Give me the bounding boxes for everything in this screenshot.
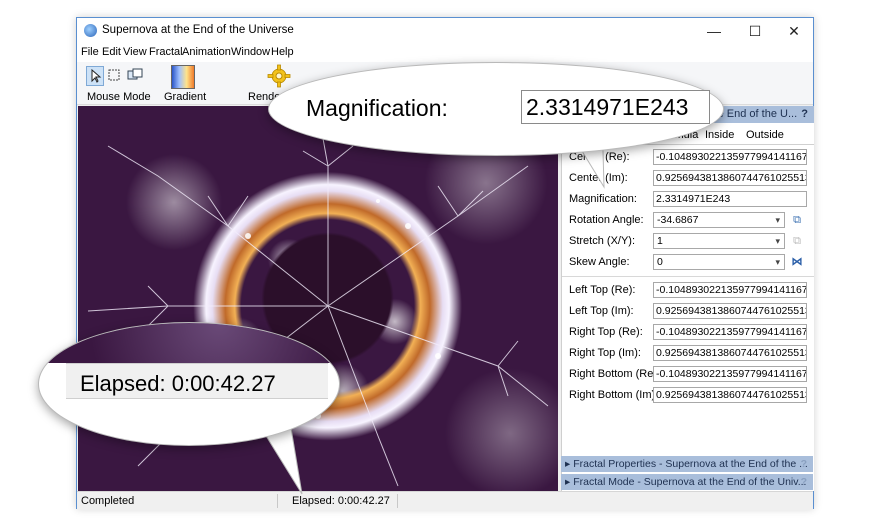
callout-fractal-preview [39, 323, 339, 363]
gradient-label[interactable]: Gradient [164, 91, 206, 103]
right-top-re-label: Right Top (Re): [569, 326, 643, 338]
close-button[interactable]: ✕ [775, 18, 813, 44]
copy-icon[interactable]: ⧉ [791, 214, 803, 226]
stretch-label: Stretch (X/Y): [569, 235, 636, 247]
menu-edit[interactable]: Edit [102, 46, 121, 58]
gradient-icon[interactable] [171, 65, 195, 89]
mouse-mode-label[interactable]: Mouse Mode [87, 91, 151, 103]
menu-fractal[interactable]: Fractal [149, 46, 183, 58]
separator [562, 276, 814, 277]
callout-elapsed-text: Elapsed: 0:00:42.27 [80, 371, 276, 396]
window-title: Supernova at the End of the Universe [102, 24, 294, 36]
tab-outside[interactable]: Outside [746, 129, 784, 141]
right-top-re-field[interactable]: -0.10489302213597799414116781965 [653, 324, 807, 340]
fractal-mode-title: Fractal Mode - Supernova at the End of t… [573, 476, 807, 488]
paste-icon[interactable]: ⧉ [791, 235, 803, 247]
callout-magnification-value: 2.3314971E243 [521, 90, 710, 124]
panel-help-button[interactable]: ? [801, 106, 808, 123]
right-bottom-re-label: Right Bottom (Re): [569, 368, 661, 380]
minimize-button[interactable]: — [695, 18, 733, 44]
left-top-im-label: Left Top (Im): [569, 305, 634, 317]
skew-angle-label: Skew Angle: [569, 256, 630, 268]
flip-icon[interactable]: ⋈ [791, 256, 803, 268]
center-re-field[interactable]: -0.10489302213597799414116781965 [653, 149, 807, 165]
chevron-down-icon[interactable]: ▾ [775, 234, 780, 248]
gear-icon[interactable] [267, 64, 291, 88]
chevron-down-icon[interactable]: ▾ [775, 255, 780, 269]
callout-magnification-label: Magnification: [306, 95, 448, 121]
fractal-mode-help[interactable]: ? [801, 474, 807, 490]
menu-bar: File Edit View Fractal Animation Window … [77, 44, 813, 62]
chevron-down-icon[interactable]: ▾ [775, 213, 780, 227]
fractal-mode-header[interactable]: ▸ Fractal Mode - Supernova at the End of… [561, 474, 813, 490]
right-bottom-im-label: Right Bottom (Im): [569, 389, 659, 401]
app-icon [84, 24, 97, 37]
menu-animation[interactable]: Animation [182, 46, 231, 58]
menu-view[interactable]: View [123, 46, 147, 58]
skew-angle-select[interactable]: 0 ▾ [653, 254, 785, 270]
menu-window[interactable]: Window [231, 46, 270, 58]
right-bottom-re-field[interactable]: -0.10489302213597799414116781965 [653, 366, 807, 382]
window-select-icon[interactable] [127, 68, 143, 82]
status-divider [397, 494, 398, 508]
left-top-re-field[interactable]: -0.10489302213597799414116781965 [653, 282, 807, 298]
tab-inside[interactable]: Inside [705, 129, 734, 141]
stretch-value: 1 [657, 235, 663, 247]
fractal-properties-title: Fractal Properties - Supernova at the En… [573, 458, 808, 470]
select-rect-icon[interactable] [107, 68, 121, 82]
menu-help[interactable]: Help [271, 46, 294, 58]
magnification-field[interactable]: 2.3314971E243 [653, 191, 807, 207]
rotation-angle-select[interactable]: -34.6867 ▾ [653, 212, 785, 228]
right-bottom-im-field[interactable]: 0.92569438138607447610255132634 [653, 387, 807, 403]
title-bar[interactable]: Supernova at the End of the Universe — ☐… [77, 18, 813, 44]
left-top-re-label: Left Top (Re): [569, 284, 636, 296]
arrow-cursor-icon[interactable] [86, 66, 104, 86]
skew-angle-value: 0 [657, 256, 663, 268]
chevron-right-icon: ▸ [565, 476, 574, 488]
rotation-angle-label: Rotation Angle: [569, 214, 644, 226]
left-top-im-field[interactable]: 0.92569438138607447610255132634 [653, 303, 807, 319]
center-im-field[interactable]: 0.92569438138607447610255132634 [653, 170, 807, 186]
status-bar: Completed Elapsed: 0:00:42.27 [77, 491, 813, 510]
right-top-im-field[interactable]: 0.92569438138607447610255132634 [653, 345, 807, 361]
right-top-im-label: Right Top (Im): [569, 347, 641, 359]
menu-file[interactable]: File [81, 46, 99, 58]
rotation-angle-value: -34.6867 [657, 214, 699, 226]
fractal-properties-help[interactable]: ? [801, 456, 807, 472]
status-state: Completed [81, 495, 135, 507]
stretch-select[interactable]: 1 ▾ [653, 233, 785, 249]
maximize-button[interactable]: ☐ [736, 18, 774, 44]
fractal-properties-header[interactable]: ▸ Fractal Properties - Supernova at the … [561, 456, 813, 472]
chevron-right-icon: ▸ [565, 458, 574, 470]
